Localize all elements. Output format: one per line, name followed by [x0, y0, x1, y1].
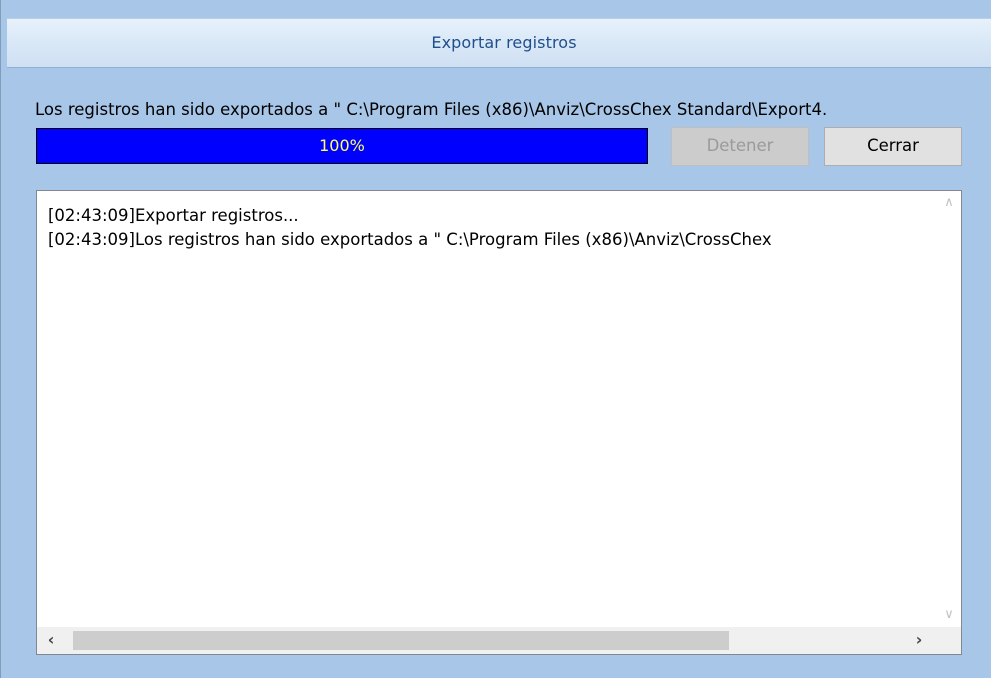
progress-label: 100% [319, 136, 365, 155]
scroll-corner [937, 627, 961, 654]
horizontal-scrollbar[interactable]: ‹ › [37, 627, 961, 654]
export-status-message: Los registros han sido exportados a " C:… [35, 100, 828, 119]
window-title: Exportar registros [431, 33, 577, 52]
log-box[interactable]: [02:43:09]Exportar registros... [02:43:09… [36, 190, 962, 655]
close-button[interactable]: Cerrar [824, 127, 962, 166]
chevron-down-icon[interactable]: ∨ [937, 603, 961, 627]
chevron-up-icon[interactable]: ∧ [937, 191, 961, 215]
horizontal-scroll-thumb[interactable] [73, 631, 729, 650]
log-line: [02:43:09]Los registros han sido exporta… [48, 230, 772, 249]
progress-bar: 100% [36, 128, 648, 164]
title-bar: Exportar registros [7, 18, 991, 68]
log-lines: [02:43:09]Exportar registros... [02:43:09… [48, 204, 931, 252]
stop-button[interactable]: Detener [671, 127, 809, 166]
vertical-scrollbar[interactable]: ∧ ∨ [937, 191, 961, 627]
chevron-left-icon[interactable]: ‹ [39, 627, 63, 654]
log-line: [02:43:09]Exportar registros... [48, 206, 299, 225]
chevron-right-icon[interactable]: › [907, 627, 931, 654]
export-dialog: Exportar registros Los registros han sid… [0, 0, 991, 678]
